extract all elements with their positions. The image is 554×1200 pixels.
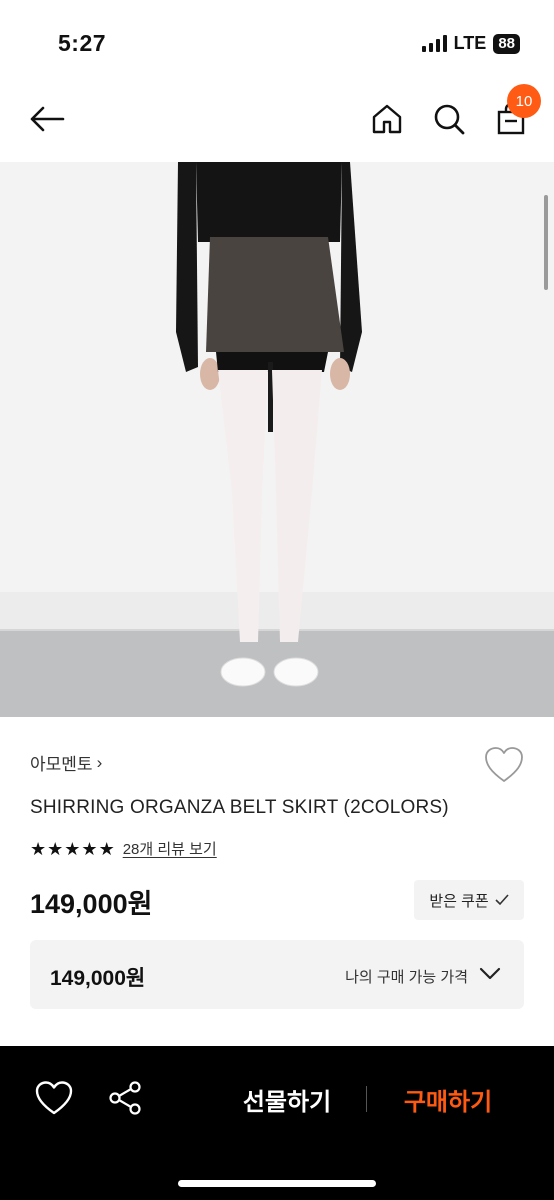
- coupon-button[interactable]: 받은 쿠폰: [414, 880, 524, 920]
- home-button[interactable]: [364, 96, 410, 142]
- chevron-down-icon: [479, 967, 501, 980]
- status-time: 5:27: [58, 30, 107, 56]
- product-image[interactable]: [0, 162, 554, 717]
- buy-button[interactable]: 구매하기: [392, 1082, 504, 1117]
- rating-row: ★ ★ ★ ★ ★ 28개 리뷰 보기: [30, 838, 217, 859]
- review-link[interactable]: 28개 리뷰 보기: [123, 838, 217, 859]
- product-price: 149,000원: [30, 889, 153, 919]
- star-icon: ★: [98, 838, 115, 859]
- cart-count-badge: 10: [507, 84, 541, 118]
- search-icon: [434, 104, 465, 135]
- heart-icon: [485, 747, 523, 782]
- my-price: 149,000원: [50, 967, 146, 990]
- share-button[interactable]: [106, 1079, 144, 1117]
- check-icon: [495, 894, 509, 906]
- brand-name: 아모멘토: [30, 755, 93, 774]
- my-price-panel[interactable]: 149,000원 나의 구매 가능 가격: [30, 940, 524, 1009]
- bottom-action-bar: 선물하기 구매하기: [0, 1046, 554, 1200]
- back-button[interactable]: [22, 96, 72, 142]
- star-icon: ★: [30, 838, 47, 859]
- rating-stars: ★ ★ ★ ★ ★: [30, 839, 115, 859]
- star-icon: ★: [47, 838, 64, 859]
- share-icon: [109, 1081, 141, 1115]
- status-indicators: LTE 88: [421, 33, 520, 54]
- divider: [366, 1086, 367, 1112]
- star-icon: ★: [64, 838, 81, 859]
- wishlist-button[interactable]: [484, 746, 524, 784]
- signal-icon: [421, 35, 447, 52]
- gift-button[interactable]: 선물하기: [232, 1082, 342, 1117]
- product-photo: [0, 162, 554, 717]
- back-arrow-icon: [30, 106, 65, 132]
- search-button[interactable]: [426, 96, 472, 142]
- home-indicator[interactable]: [178, 1180, 376, 1187]
- product-title: SHIRRING ORGANZA BELT SKIRT (2COLORS): [30, 797, 449, 818]
- coupon-label: 받은 쿠폰: [429, 892, 489, 910]
- chevron-right-icon: ›: [96, 752, 103, 772]
- brand-link[interactable]: 아모멘토 ›: [30, 750, 102, 775]
- status-bar: 5:27 LTE 88: [0, 0, 554, 80]
- heart-icon: [35, 1081, 73, 1115]
- top-nav-bar: [0, 80, 554, 160]
- star-icon: ★: [81, 838, 98, 859]
- network-type: LTE: [453, 33, 487, 53]
- scroll-indicator[interactable]: [544, 195, 548, 290]
- battery-icon: 88: [493, 33, 520, 54]
- my-price-label: 나의 구매 가능 가격: [345, 969, 468, 986]
- home-icon: [372, 104, 402, 134]
- bottom-wishlist-button[interactable]: [34, 1080, 74, 1116]
